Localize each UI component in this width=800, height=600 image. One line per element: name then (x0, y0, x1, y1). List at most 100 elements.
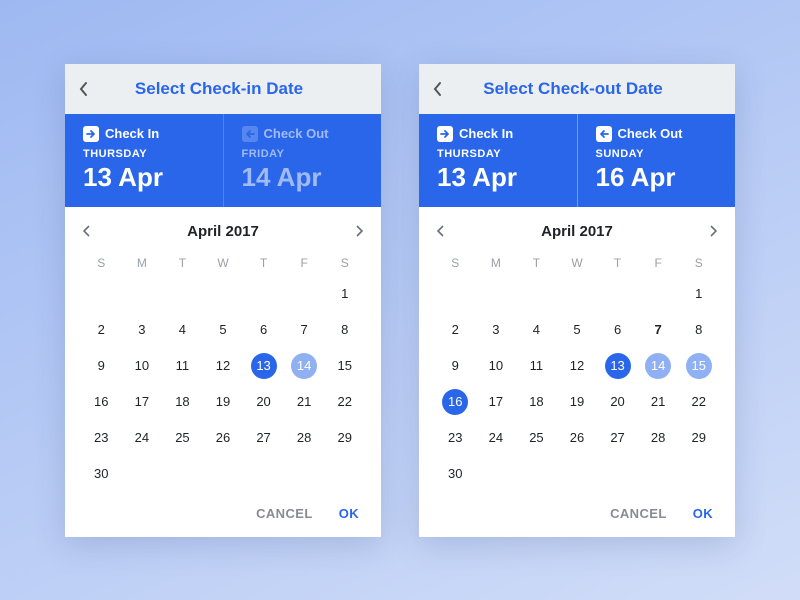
calendar-day[interactable]: 10 (122, 350, 163, 382)
calendar-day[interactable]: 20 (243, 386, 284, 418)
month-label: April 2017 (541, 223, 613, 240)
weekday-label: M (476, 250, 517, 274)
prev-month-icon[interactable] (437, 225, 445, 237)
calendar-day[interactable]: 30 (435, 458, 476, 490)
ok-button[interactable]: OK (693, 506, 713, 521)
calendar-day[interactable]: 13 (597, 350, 638, 382)
calendar-day[interactable]: 24 (476, 422, 517, 454)
calendar-day[interactable]: 7 (638, 314, 679, 346)
checkin-date: 13 Apr (83, 162, 207, 193)
calendar-day[interactable]: 14 (284, 350, 325, 382)
calendar-day[interactable]: 28 (638, 422, 679, 454)
checkin-summary[interactable]: Check In THURSDAY 13 Apr (65, 114, 223, 207)
calendar-day[interactable]: 23 (435, 422, 476, 454)
calendar-day[interactable]: 14 (638, 350, 679, 382)
cancel-button[interactable]: CANCEL (256, 506, 313, 521)
calendar-day[interactable]: 5 (203, 314, 244, 346)
weekday-header: SMTWTFS (81, 250, 365, 274)
weekday-label: T (162, 250, 203, 274)
calendar-day[interactable]: 2 (81, 314, 122, 346)
calendar-empty-cell (203, 278, 244, 310)
checkout-date: 14 Apr (242, 162, 366, 193)
checkin-date: 13 Apr (437, 162, 561, 193)
page-title: Select Check-in Date (71, 79, 367, 99)
calendar-day[interactable]: 18 (162, 386, 203, 418)
calendar-day[interactable]: 29 (678, 422, 719, 454)
calendar-day[interactable]: 12 (203, 350, 244, 382)
arrow-left-icon (242, 126, 258, 142)
calendar-day[interactable]: 25 (162, 422, 203, 454)
calendar-day[interactable]: 21 (284, 386, 325, 418)
calendar-day[interactable]: 1 (324, 278, 365, 310)
calendar-day[interactable]: 15 (678, 350, 719, 382)
calendar-day[interactable]: 3 (122, 314, 163, 346)
weekday-label: W (203, 250, 244, 274)
calendar-day[interactable]: 25 (516, 422, 557, 454)
calendar-day[interactable]: 4 (516, 314, 557, 346)
checkout-summary[interactable]: Check Out SUNDAY 16 Apr (577, 114, 736, 207)
checkin-summary[interactable]: Check In THURSDAY 13 Apr (419, 114, 577, 207)
cancel-button[interactable]: CANCEL (610, 506, 667, 521)
calendar-day[interactable]: 17 (476, 386, 517, 418)
calendar-day[interactable]: 6 (243, 314, 284, 346)
calendar-day[interactable]: 9 (435, 350, 476, 382)
calendar-day[interactable]: 28 (284, 422, 325, 454)
calendar-day[interactable]: 22 (678, 386, 719, 418)
calendar-day[interactable]: 7 (284, 314, 325, 346)
calendar-day[interactable]: 26 (203, 422, 244, 454)
calendar-empty-cell (638, 458, 679, 490)
calendar-day[interactable]: 12 (557, 350, 598, 382)
weekday-label: S (678, 250, 719, 274)
calendar-day[interactable]: 8 (324, 314, 365, 346)
calendar-day[interactable]: 13 (243, 350, 284, 382)
calendar-day[interactable]: 20 (597, 386, 638, 418)
next-month-icon[interactable] (355, 225, 363, 237)
calendar-empty-cell (122, 278, 163, 310)
checkout-date: 16 Apr (596, 162, 720, 193)
calendar-day[interactable]: 2 (435, 314, 476, 346)
ok-button[interactable]: OK (339, 506, 359, 521)
calendar-day[interactable]: 27 (597, 422, 638, 454)
calendar-day[interactable]: 29 (324, 422, 365, 454)
calendar-empty-cell (284, 458, 325, 490)
prev-month-icon[interactable] (83, 225, 91, 237)
calendar-grid: 1234567891011121314151617181920212223242… (81, 278, 365, 490)
calendar-day[interactable]: 11 (516, 350, 557, 382)
calendar-day[interactable]: 16 (81, 386, 122, 418)
date-picker-panel-checkin: Select Check-in Date Check In THURSDAY 1… (65, 64, 381, 537)
calendar-day[interactable]: 4 (162, 314, 203, 346)
calendar-day[interactable]: 10 (476, 350, 517, 382)
checkin-label: Check In (459, 126, 513, 141)
calendar-day[interactable]: 18 (516, 386, 557, 418)
calendar-day[interactable]: 19 (557, 386, 598, 418)
date-summary: Check In THURSDAY 13 Apr Check Out FRIDA… (65, 114, 381, 207)
calendar-day[interactable]: 30 (81, 458, 122, 490)
calendar-day[interactable]: 6 (597, 314, 638, 346)
checkout-summary[interactable]: Check Out FRIDAY 14 Apr (223, 114, 382, 207)
calendar-empty-cell (516, 458, 557, 490)
calendar-day[interactable]: 5 (557, 314, 598, 346)
calendar-day[interactable]: 9 (81, 350, 122, 382)
calendar-day[interactable]: 3 (476, 314, 517, 346)
calendar-day[interactable]: 15 (324, 350, 365, 382)
calendar-day[interactable]: 27 (243, 422, 284, 454)
calendar-day[interactable]: 8 (678, 314, 719, 346)
titlebar: Select Check-out Date (419, 64, 735, 114)
checkout-dow: SUNDAY (596, 148, 720, 160)
arrow-right-icon (83, 126, 99, 142)
calendar-day[interactable]: 11 (162, 350, 203, 382)
calendar-day[interactable]: 1 (678, 278, 719, 310)
next-month-icon[interactable] (709, 225, 717, 237)
calendar-day[interactable]: 16 (435, 386, 476, 418)
calendar-day[interactable]: 19 (203, 386, 244, 418)
calendar-day[interactable]: 24 (122, 422, 163, 454)
calendar-day[interactable]: 21 (638, 386, 679, 418)
calendar-empty-cell (678, 458, 719, 490)
dialog-actions: CANCEL OK (65, 496, 381, 537)
calendar-day[interactable]: 26 (557, 422, 598, 454)
arrow-left-icon (596, 126, 612, 142)
calendar-empty-cell (203, 458, 244, 490)
calendar-day[interactable]: 23 (81, 422, 122, 454)
calendar-day[interactable]: 17 (122, 386, 163, 418)
calendar-day[interactable]: 22 (324, 386, 365, 418)
